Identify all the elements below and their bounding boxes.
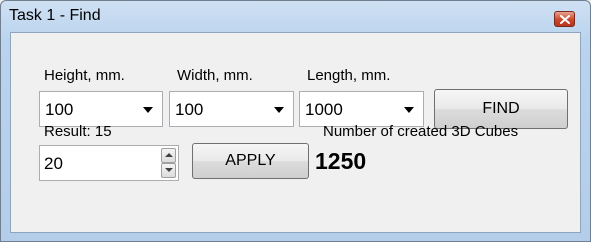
chevron-down-icon (274, 107, 284, 113)
length-label: Length, mm. (307, 67, 391, 84)
arrow-up-icon (165, 153, 173, 157)
chevron-down-icon (143, 107, 153, 113)
apply-button[interactable]: APPLY (192, 143, 309, 179)
cubes-label: Number of created 3D Cubes (323, 123, 519, 140)
client-area: Height, mm. Width, mm. Length, mm. 100 1… (10, 32, 581, 233)
spinner-up-button[interactable] (161, 148, 176, 163)
window: Task 1 - Find Height, mm. Width, mm. Len… (0, 0, 591, 242)
spinner-value: 20 (44, 154, 63, 173)
height-label: Height, mm. (44, 67, 125, 84)
result-spinner[interactable]: 20 (39, 145, 179, 181)
close-icon (560, 15, 570, 24)
length-dropdown[interactable]: 1000 (299, 91, 424, 127)
height-value: 100 (45, 100, 74, 119)
height-dropdown[interactable]: 100 (39, 91, 163, 127)
spinner-down-button[interactable] (161, 163, 176, 178)
width-value: 100 (175, 100, 204, 119)
window-title: Task 1 - Find (9, 7, 101, 24)
width-label: Width, mm. (177, 67, 253, 84)
cubes-count: 1250 (315, 148, 367, 174)
arrow-down-icon (165, 168, 173, 172)
width-dropdown[interactable]: 100 (169, 91, 294, 127)
close-button[interactable] (554, 11, 575, 27)
chevron-down-icon (404, 107, 414, 113)
title-bar[interactable]: Task 1 - Find (1, 1, 590, 31)
result-label: Result: 15 (44, 123, 112, 140)
length-value: 1000 (305, 100, 343, 119)
